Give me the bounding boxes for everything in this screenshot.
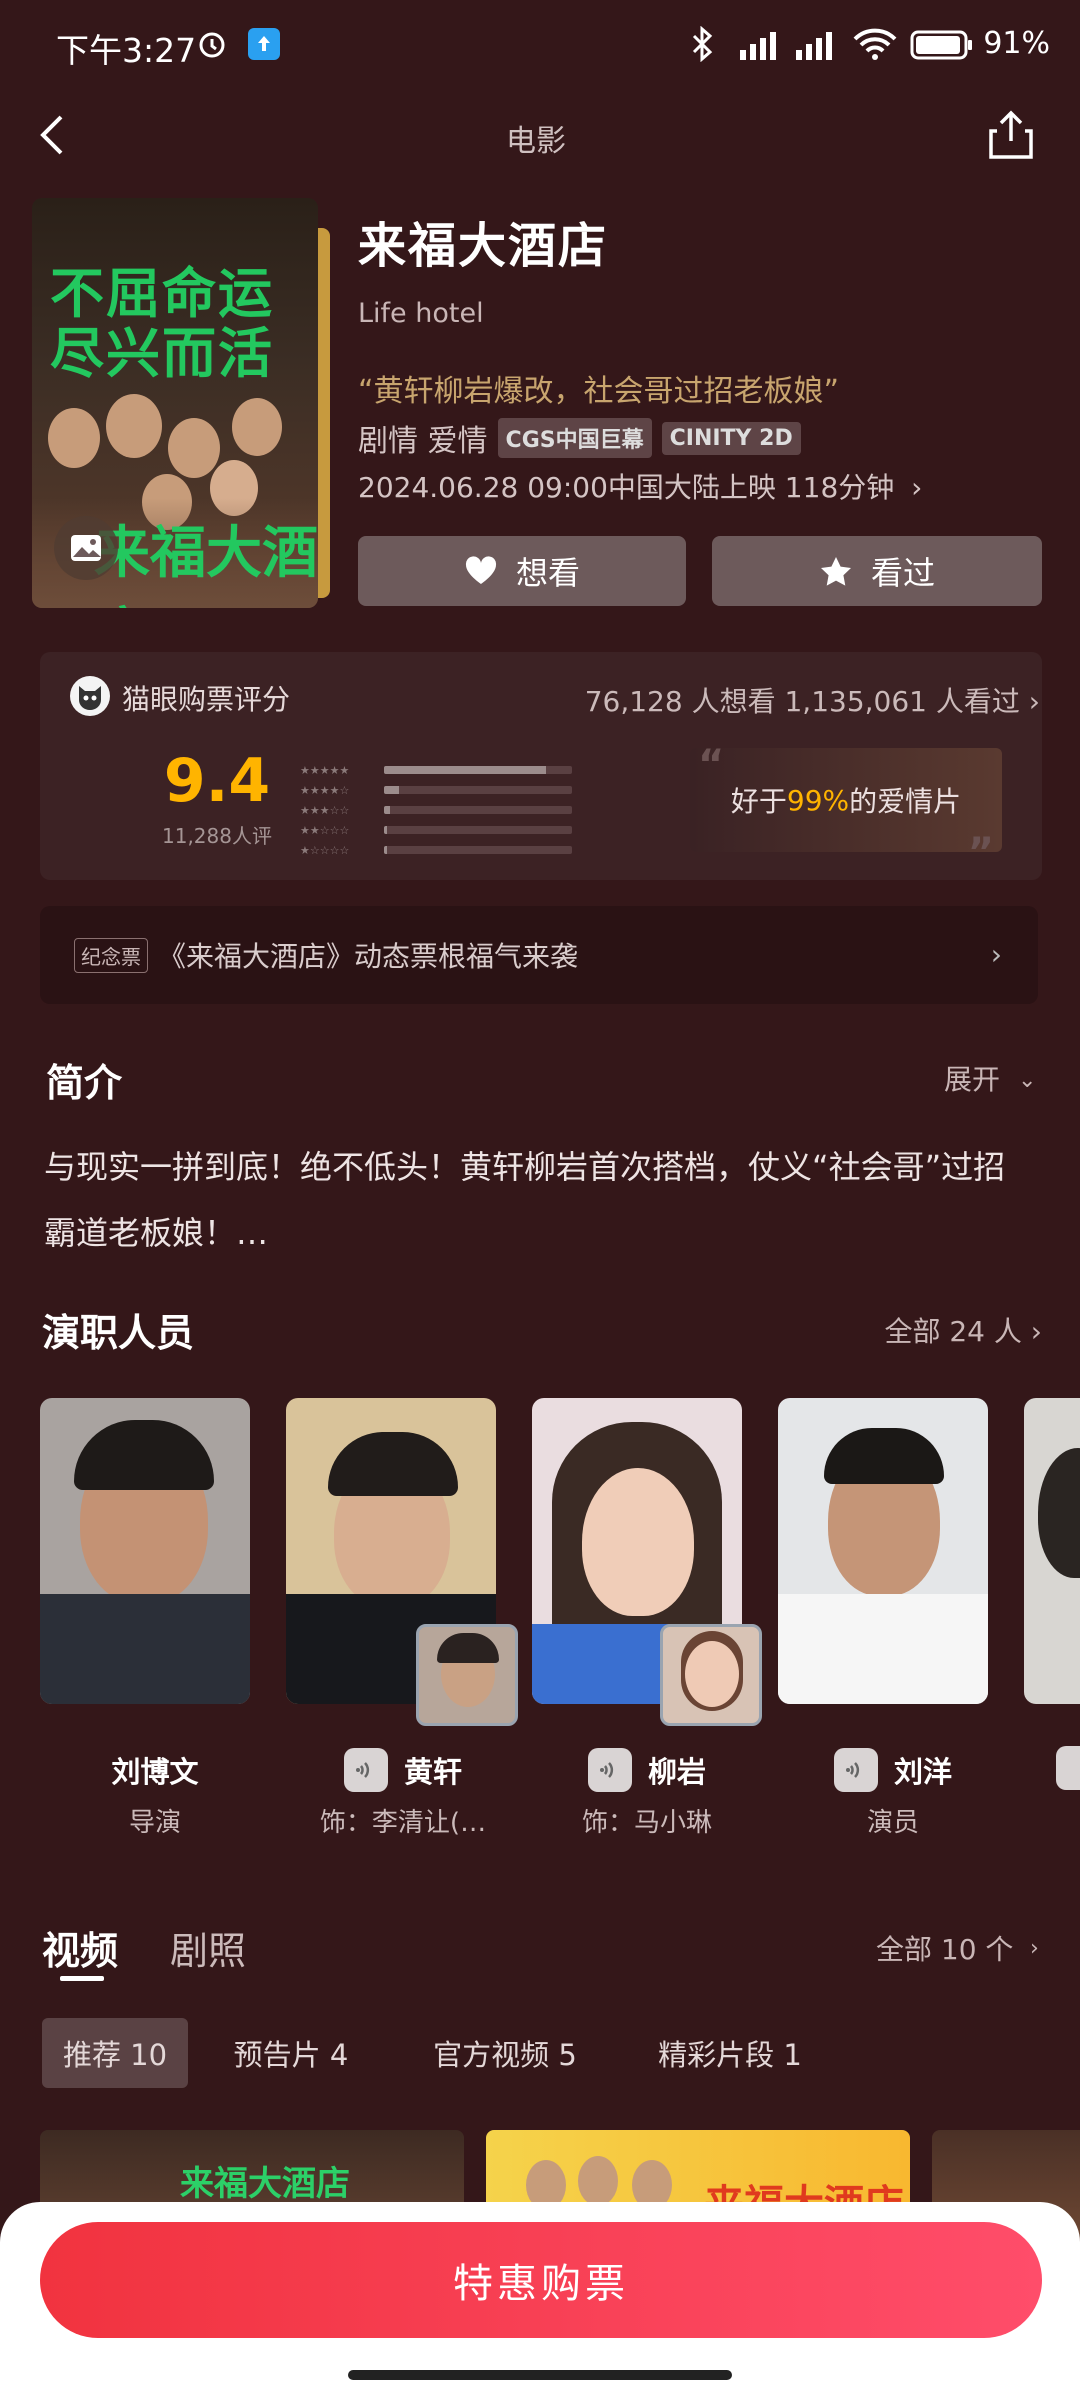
format-tag: CGS中国巨幕 — [497, 418, 652, 458]
maoyan-cat-icon — [70, 676, 110, 716]
cast-title: 演职人员 — [42, 1311, 195, 1355]
promo-text: 《来福大酒店》动态票根福气来袭 — [158, 940, 579, 973]
quote-close-icon: ” — [967, 830, 994, 876]
promo-banner[interactable]: 纪念票 《来福大酒店》动态票根福气来袭 › — [74, 934, 1008, 976]
cast-member[interactable]: 刘博文 导演 — [40, 1742, 270, 1844]
movie-english-title: Life hotel — [358, 298, 484, 329]
cast-member[interactable]: 柳岩 饰：马小琳 — [532, 1742, 762, 1844]
videos-all-link[interactable]: 全部 10 个 — [876, 1928, 1013, 1968]
movie-quote: “黄轩柳岩爆改，社会哥过招老板娘” — [358, 374, 840, 409]
cast-role: 导演 — [128, 1808, 181, 1838]
rating-label: 猫眼购票评分 — [122, 683, 291, 716]
voice-icon[interactable] — [833, 1748, 878, 1792]
poster-slogan: 不屈命运 尽兴而活 — [50, 262, 274, 385]
rating-bar-2: ★★☆☆☆ — [300, 820, 572, 840]
share-button[interactable] — [980, 104, 1042, 166]
buy-ticket-button[interactable]: 特惠购票 — [40, 2222, 1042, 2338]
chip-trailers[interactable]: 预告片 4 — [212, 2018, 370, 2088]
chip-recommended[interactable]: 推荐 10 — [42, 2018, 188, 2088]
poster-edge-decoration — [318, 228, 330, 598]
intro-expand-button[interactable]: 展开 — [944, 1058, 1000, 1098]
cast-member[interactable]: 黄轩 饰：李清让(… — [286, 1742, 520, 1844]
quote-open-icon: “ — [698, 742, 725, 788]
star-icon — [820, 557, 851, 586]
cast-photo[interactable] — [778, 1398, 988, 1704]
cast-photo[interactable] — [40, 1398, 250, 1704]
cast-role: 饰：李清让(… — [319, 1808, 487, 1838]
want-to-watch-button[interactable]: 想看 — [358, 536, 686, 606]
status-bar: 下午3:27 91% — [0, 0, 1080, 92]
chevron-right-icon: › — [990, 938, 1002, 971]
poster-logo: 来福大酒店 — [94, 521, 318, 608]
chip-official[interactable]: 官方视频 5 — [404, 2018, 606, 2088]
rating-score: 9.4 — [163, 746, 271, 816]
home-indicator — [348, 2370, 732, 2380]
chevron-right-icon: › — [1021, 1315, 1042, 1348]
cast-all-link[interactable]: 全部 24 人 › — [884, 1310, 1042, 1350]
gallery-icon[interactable] — [54, 516, 118, 580]
chevron-down-icon[interactable]: ⌄ — [1018, 1068, 1036, 1093]
bluetooth-icon — [690, 26, 716, 62]
rating-bar-5: ★★★★★ — [300, 760, 572, 780]
cast-name: 刘洋 — [893, 1755, 952, 1789]
tab-indicator — [60, 1976, 104, 1981]
rating-distribution: ★★★★★ ★★★★☆ ★★★☆☆ ★★☆☆☆ ★☆☆☆☆ — [300, 760, 572, 860]
page-title: 电影 — [506, 124, 566, 159]
rating-counts[interactable]: 76,128 人想看 1,135,061 人看过 › — [585, 680, 1040, 720]
battery-icon — [910, 30, 974, 60]
cast-name: 刘博文 — [111, 1755, 199, 1789]
intro-title: 简介 — [46, 1061, 123, 1105]
rating-bar-3: ★★★☆☆ — [300, 800, 572, 820]
movie-genres: 剧情 爱情 — [358, 424, 488, 459]
chevron-right-icon: › — [1028, 685, 1040, 718]
voice-icon[interactable] — [587, 1748, 632, 1792]
tab-videos[interactable]: 视频 — [42, 1920, 118, 1975]
signal-icon — [738, 28, 786, 62]
share-icon — [989, 110, 1033, 159]
chevron-right-icon: › — [911, 471, 923, 504]
movie-poster[interactable]: 不屈命运 尽兴而活 来福大酒店 — [32, 198, 318, 608]
rating-bar-4: ★★★★☆ — [300, 780, 572, 800]
alarm-icon — [196, 28, 228, 60]
rating-count: 11,288人评 — [162, 824, 272, 848]
tab-stills[interactable]: 剧照 — [170, 1920, 246, 1975]
chip-highlights[interactable]: 精彩片段 1 — [630, 2018, 830, 2088]
chevron-left-icon — [40, 115, 63, 155]
cast-role: 演员 — [866, 1808, 919, 1838]
cast-role: 饰：马小琳 — [581, 1808, 712, 1838]
upload-app-icon — [248, 28, 280, 60]
voice-icon[interactable] — [343, 1748, 388, 1792]
cast-mini-avatar — [416, 1624, 518, 1726]
back-button[interactable] — [22, 104, 84, 166]
voice-icon[interactable] — [1056, 1746, 1080, 1790]
cast-mini-avatar — [660, 1624, 762, 1726]
release-info[interactable]: 2024.06.28 09:00中国大陆上映 118分钟 › — [358, 466, 922, 506]
better-than-badge: “ 好于 99% 的爱情片 ” — [690, 742, 1002, 876]
battery-level: 91% — [983, 26, 1050, 61]
cast-member[interactable]: 刘洋 演员 — [778, 1742, 1008, 1844]
rating-score-box: 9.4 11,288人评 — [156, 748, 278, 854]
heart-icon — [465, 556, 497, 584]
cast-photo[interactable] — [1024, 1398, 1080, 1704]
intro-text: 与现实一拼到底！绝不低头！黄轩柳岩首次搭档，仗义“社会哥”过招霸道老板娘！… — [44, 1148, 1006, 1252]
format-tag: CINITY 2D — [661, 421, 801, 455]
movie-title: 来福大酒店 — [358, 218, 609, 274]
chevron-right-icon[interactable]: › — [1030, 1936, 1039, 1961]
signal-icon-2 — [794, 28, 842, 62]
movie-genres-row: 剧情 爱情 CGS中国巨幕 CINITY 2D — [358, 416, 801, 460]
wifi-icon — [852, 28, 898, 62]
cast-name: 黄轩 — [403, 1755, 462, 1789]
rating-bar-1: ★☆☆☆☆ — [300, 840, 572, 860]
promo-tag: 纪念票 — [74, 937, 148, 973]
status-time: 下午3:27 — [56, 31, 197, 70]
cast-name: 柳岩 — [647, 1755, 706, 1789]
watched-button[interactable]: 看过 — [712, 536, 1042, 606]
